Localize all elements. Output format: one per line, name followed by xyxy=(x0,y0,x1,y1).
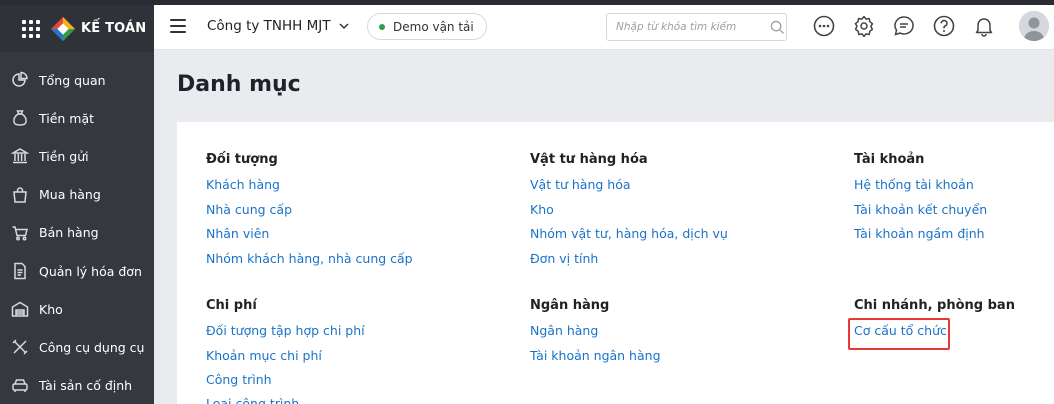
group-title-chi-nhanh-phong-ban: Chi nhánh, phòng ban xyxy=(854,298,1015,313)
chat-icon[interactable] xyxy=(893,15,915,37)
group-title-chi-phi: Chi phí xyxy=(206,298,257,313)
group-title-vat-tu-hang-hoa: Vật tư hàng hóa xyxy=(530,152,648,167)
sidebar-item-label: Quản lý hóa đơn xyxy=(39,263,142,279)
sidebar-item-label: Tổng quan xyxy=(39,72,106,88)
sidebar-item-label: Bán hàng xyxy=(39,225,99,241)
link-loai-cong-trinh[interactable]: Loại công trình xyxy=(206,396,299,404)
search-input[interactable] xyxy=(616,15,766,39)
brand-name: KẾ TOÁN xyxy=(81,21,147,36)
group-title-tai-khoan: Tài khoản xyxy=(854,152,925,167)
sidebar-item-tien-gui[interactable]: Tiền gửi xyxy=(0,137,154,175)
link-nhom-vat-tu-hang-hoa-dich-vu[interactable]: Nhóm vật tư, hàng hóa, dịch vụ xyxy=(530,226,728,241)
sidebar-item-label: Kho xyxy=(39,301,63,317)
sidebar-item-tien-mat[interactable]: Tiền mặt xyxy=(0,99,154,137)
tools-icon xyxy=(11,338,29,356)
link-vat-tu-hang-hoa[interactable]: Vật tư hàng hóa xyxy=(530,177,631,192)
link-khach-hang[interactable]: Khách hàng xyxy=(206,177,280,192)
sidebar-item-kho[interactable]: Kho xyxy=(0,290,154,328)
catalog-card: Đối tượng Khách hàng Nhà cung cấp Nhân v… xyxy=(177,122,1054,404)
sidebar-item-label: Mua hàng xyxy=(39,187,101,203)
demo-badge[interactable]: Demo vận tải xyxy=(367,13,487,40)
link-doi-tuong-tap-hop-chi-phi[interactable]: Đối tượng tập hợp chi phí xyxy=(206,323,365,338)
link-don-vi-tinh[interactable]: Đơn vị tính xyxy=(530,251,598,266)
group-title-doi-tuong: Đối tượng xyxy=(206,152,278,167)
user-avatar-icon xyxy=(1019,11,1049,41)
sidebar-item-mua-hang[interactable]: Mua hàng xyxy=(0,176,154,214)
search-icon[interactable] xyxy=(770,20,785,35)
help-icon[interactable] xyxy=(933,15,955,37)
page-title: Danh mục xyxy=(177,72,301,97)
brand-bar: KẾ TOÁN xyxy=(0,5,154,52)
status-dot xyxy=(379,23,385,30)
pie-chart-icon xyxy=(11,71,29,89)
user-avatar[interactable] xyxy=(1019,11,1049,41)
chevron-down-icon xyxy=(339,23,348,29)
sidebar-item-tong-quan[interactable]: Tổng quan xyxy=(0,61,154,99)
link-he-thong-tai-khoan[interactable]: Hệ thống tài khoản xyxy=(854,177,974,192)
sidebar-item-label: Tiền mặt xyxy=(39,110,95,126)
menu-toggle-icon[interactable] xyxy=(170,19,186,33)
bank-icon xyxy=(11,147,29,165)
brand-logo-icon xyxy=(51,16,75,41)
search-box[interactable] xyxy=(606,13,787,41)
sidebar-item-tai-san-co-dinh[interactable]: Tài sản cố định xyxy=(0,367,154,404)
sidebar-item-label: Công cụ dụng cụ xyxy=(39,339,145,355)
shopping-bag-icon xyxy=(11,186,29,204)
company-selector[interactable]: Công ty TNHH MJT xyxy=(207,18,349,34)
link-khoan-muc-chi-phi[interactable]: Khoản mục chi phí xyxy=(206,348,322,363)
group-title-ngan-hang: Ngân hàng xyxy=(530,298,610,313)
sidebar-item-ban-hang[interactable]: Bán hàng xyxy=(0,214,154,252)
link-nhom-khach-hang-nha-cung-cap[interactable]: Nhóm khách hàng, nhà cung cấp xyxy=(206,251,413,266)
more-options-icon[interactable] xyxy=(813,15,835,37)
car-icon xyxy=(11,377,29,395)
link-ngan-hang[interactable]: Ngân hàng xyxy=(530,323,598,338)
sidebar: KẾ TOÁN Tổng quan Tiền mặt Tiền gửi Mua … xyxy=(0,5,154,404)
top-header: Công ty TNHH MJT Demo vận tải xyxy=(154,5,1054,50)
sidebar-nav: Tổng quan Tiền mặt Tiền gửi Mua hàng Bán… xyxy=(0,61,154,404)
link-nha-cung-cap[interactable]: Nhà cung cấp xyxy=(206,202,292,217)
warehouse-icon xyxy=(11,300,29,318)
sidebar-item-label: Tài sản cố định xyxy=(39,378,133,394)
link-tai-khoan-ngam-dinh[interactable]: Tài khoản ngầm định xyxy=(854,226,985,241)
cart-icon xyxy=(11,224,29,242)
link-tai-khoan-ket-chuyen[interactable]: Tài khoản kết chuyển xyxy=(854,202,987,217)
sidebar-item-label: Tiền gửi xyxy=(39,148,89,164)
link-kho[interactable]: Kho xyxy=(530,202,554,217)
bell-icon[interactable] xyxy=(973,15,995,37)
sidebar-item-cong-cu-dung-cu[interactable]: Công cụ dụng cụ xyxy=(0,328,154,366)
link-cong-trinh[interactable]: Công trình xyxy=(206,372,272,387)
app-grid-icon[interactable] xyxy=(22,19,40,38)
link-tai-khoan-ngan-hang[interactable]: Tài khoản ngân hàng xyxy=(530,348,661,363)
gear-icon[interactable] xyxy=(853,15,875,38)
money-bag-icon xyxy=(11,109,29,127)
invoice-icon xyxy=(11,262,29,280)
sidebar-item-quan-ly-hoa-don[interactable]: Quản lý hóa đơn xyxy=(0,252,154,290)
company-name: Công ty TNHH MJT xyxy=(207,18,331,34)
demo-label: Demo vận tải xyxy=(393,19,474,34)
link-nhan-vien[interactable]: Nhân viên xyxy=(206,226,269,241)
link-co-cau-to-chuc[interactable]: Cơ cấu tổ chức xyxy=(854,323,947,338)
